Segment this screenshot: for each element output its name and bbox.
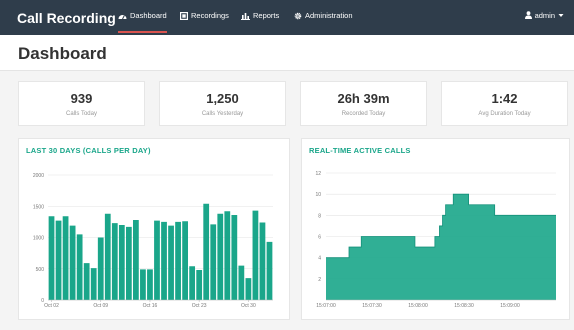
nav-recordings[interactable]: Recordings bbox=[180, 11, 229, 33]
bar bbox=[175, 221, 181, 300]
bar bbox=[210, 224, 217, 300]
bar bbox=[231, 215, 238, 300]
stat-card-calls-yesterday: 1,250 Calls Yesterday bbox=[159, 81, 286, 126]
y-tick-label: 12 bbox=[315, 171, 321, 177]
bar bbox=[83, 263, 90, 300]
stat-value: 26h 39m bbox=[337, 91, 390, 106]
x-tick-label: Oct 02 bbox=[44, 303, 59, 309]
x-tick-label: 15:07:30 bbox=[362, 303, 382, 309]
x-tick-label: 15:09:00 bbox=[500, 303, 520, 309]
bar bbox=[55, 220, 62, 300]
bar bbox=[111, 223, 118, 300]
y-tick-label: 500 bbox=[36, 267, 45, 273]
nav-administration-label: Administration bbox=[305, 11, 353, 20]
y-tick-label: 1500 bbox=[33, 204, 44, 210]
stat-card-avg-duration: 1:42 Avg Duration Today bbox=[441, 81, 568, 126]
bar bbox=[62, 216, 69, 300]
y-tick-label: 2 bbox=[318, 277, 321, 283]
bar bbox=[69, 225, 76, 300]
stat-value: 939 bbox=[70, 91, 93, 106]
stat-label: Calls Yesterday bbox=[201, 111, 244, 117]
stat-label: Recorded Today bbox=[341, 111, 386, 117]
bar-chart-icon bbox=[241, 13, 250, 20]
stat-label: Avg Duration Today bbox=[478, 111, 531, 117]
bar bbox=[133, 220, 139, 300]
bar bbox=[118, 225, 125, 300]
bar bbox=[104, 213, 111, 300]
y-tick-label: 4 bbox=[318, 256, 321, 262]
active-calls-panel: 2 4 6 8 10 12 15:07:00 15:07:30 15:08:00 15:08:30… bbox=[301, 138, 570, 320]
x-tick-label: Oct 09 bbox=[93, 303, 108, 309]
nav-reports[interactable]: Reports bbox=[241, 11, 279, 33]
recordings-icon bbox=[180, 12, 188, 20]
bar bbox=[140, 269, 146, 300]
bar bbox=[125, 226, 132, 300]
bar bbox=[182, 221, 188, 300]
y-tick-label: 6 bbox=[318, 235, 321, 241]
app-brand[interactable]: Call Recording bbox=[17, 11, 116, 25]
y-tick-label: 2000 bbox=[33, 173, 44, 179]
x-tick-label: 15:08:00 bbox=[408, 303, 428, 309]
x-tick-label: Oct 30 bbox=[241, 303, 256, 309]
bar bbox=[147, 269, 153, 300]
user-icon bbox=[524, 11, 532, 19]
y-tick-label: 8 bbox=[318, 213, 321, 219]
bar bbox=[97, 237, 104, 300]
page-header: Dashboard bbox=[0, 35, 574, 71]
bar bbox=[238, 265, 245, 300]
user-name: admin bbox=[534, 11, 555, 20]
stat-card-recorded-today: 26h 39m Recorded Today bbox=[300, 81, 427, 126]
dashboard-icon bbox=[118, 15, 127, 20]
nav-recordings-label: Recordings bbox=[191, 11, 229, 20]
y-tick-label: 10 bbox=[315, 192, 321, 198]
stat-label: Calls Today bbox=[66, 111, 97, 117]
bar bbox=[203, 203, 210, 300]
top-navbar: Call Recording Dashboard Recordings Repo… bbox=[0, 0, 574, 35]
bar bbox=[189, 266, 196, 300]
y-tick-label: 1000 bbox=[33, 236, 44, 242]
bar bbox=[154, 220, 160, 300]
bar bbox=[168, 225, 174, 300]
calls-per-day-title: LAST 30 DAYS (CALLS PER DAY) bbox=[26, 146, 151, 155]
bar bbox=[48, 216, 55, 300]
bar bbox=[161, 221, 167, 300]
x-tick-label: Oct 16 bbox=[143, 303, 158, 309]
nav-administration[interactable]: Administration bbox=[294, 11, 353, 33]
calls-per-day-chart: 0500100015002000Oct 02 Oct 09 Oct 16 Oct 23… bbox=[33, 173, 273, 309]
stat-card-calls-today: 939 Calls Today bbox=[18, 81, 145, 126]
nav-dashboard[interactable]: Dashboard bbox=[118, 11, 167, 33]
page-title: Dashboard bbox=[18, 44, 107, 63]
bar bbox=[252, 210, 259, 300]
bar bbox=[90, 268, 97, 300]
nav-dashboard-label: Dashboard bbox=[130, 11, 167, 20]
gear-icon bbox=[294, 12, 302, 20]
stat-value: 1,250 bbox=[206, 91, 239, 106]
x-tick-label: 15:08:30 bbox=[454, 303, 474, 309]
bar bbox=[259, 222, 266, 300]
bar bbox=[224, 211, 231, 300]
x-tick-label: 15:07:00 bbox=[316, 303, 336, 309]
bar bbox=[217, 213, 224, 300]
calls-per-day-panel: 0 500 1000 1500 2000 Oct 02 Oct 09 Oct 16 Oct 23… bbox=[18, 138, 290, 320]
x-tick-label: Oct 23 bbox=[192, 303, 207, 309]
stat-value: 1:42 bbox=[491, 91, 518, 106]
active-calls-title: REAL-TIME ACTIVE CALLS bbox=[309, 146, 411, 155]
bar bbox=[196, 270, 203, 300]
chevron-down-icon bbox=[558, 14, 564, 17]
bar bbox=[266, 241, 273, 300]
nav-reports-label: Reports bbox=[253, 11, 280, 20]
bar bbox=[76, 234, 83, 300]
active-calls-chart: 2 4 6 8 10 12 15:07:00 15:07:30 15:08:00 15:08:30… bbox=[315, 171, 556, 309]
user-menu[interactable]: admin bbox=[524, 11, 564, 21]
bar bbox=[245, 278, 252, 300]
